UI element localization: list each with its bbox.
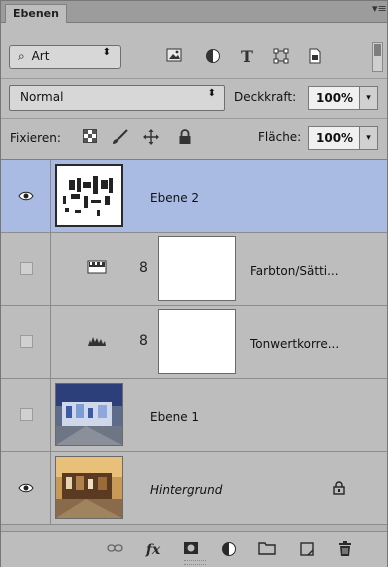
- new-group-folder-icon[interactable]: [258, 541, 276, 559]
- layer-style-fx-icon[interactable]: fx: [144, 541, 162, 559]
- opacity-label: Deckkraft:: [234, 90, 297, 104]
- smart-object-filter-icon[interactable]: [306, 48, 324, 66]
- layer-name: Ebene 1: [150, 410, 200, 424]
- visibility-toggle[interactable]: [1, 306, 51, 378]
- layer-row-levels[interactable]: 8 Tonwertkorre...: [1, 306, 387, 379]
- layer-name: Farbton/Sätti...: [250, 264, 339, 278]
- layer-mask-thumbnail[interactable]: [158, 236, 236, 301]
- layer-thumbnail: [55, 164, 123, 227]
- resize-grip[interactable]: [184, 560, 206, 565]
- mask-link-chain-icon[interactable]: 8: [139, 333, 148, 349]
- divider: [1, 78, 387, 79]
- layer-thumbnail: [55, 383, 123, 446]
- image-filter-icon[interactable]: [165, 48, 183, 66]
- layer-name: Ebene 2: [150, 191, 200, 205]
- divider: [1, 118, 387, 119]
- panel-menu-icon[interactable]: ▾≡: [372, 3, 387, 16]
- eye-icon: [18, 483, 34, 493]
- visibility-toggle[interactable]: [1, 379, 51, 451]
- add-mask-icon[interactable]: [182, 541, 200, 559]
- new-adjustment-layer-icon[interactable]: [220, 541, 238, 559]
- layer-mask-thumbnail[interactable]: [158, 309, 236, 374]
- blend-mode-select[interactable]: Normal ⬍: [9, 85, 225, 111]
- search-icon: ⌕: [18, 49, 25, 63]
- filter-toggle-switch[interactable]: [372, 42, 383, 72]
- layer-locked-icon[interactable]: [333, 481, 345, 495]
- layer-row-hue-saturation[interactable]: 8 Farbton/Sätti...: [1, 233, 387, 306]
- eye-icon: [18, 191, 34, 201]
- layer-name: Hintergrund: [150, 483, 223, 497]
- shape-filter-icon[interactable]: [272, 48, 290, 66]
- layer-row-ebene-1[interactable]: Ebene 1: [1, 379, 387, 452]
- filter-type-value: Art: [31, 49, 50, 63]
- lock-transparent-pixels-icon[interactable]: [82, 129, 98, 145]
- panel-tab-bar: Ebenen ▾≡: [1, 1, 387, 23]
- visibility-empty-box: [20, 408, 33, 421]
- type-filter-icon[interactable]: T: [238, 48, 256, 66]
- fill-label: Fläche:: [258, 130, 302, 144]
- visibility-empty-box: [20, 262, 33, 275]
- select-arrows-icon: ⬍: [207, 88, 216, 99]
- new-layer-icon[interactable]: [298, 541, 316, 559]
- visibility-toggle[interactable]: [1, 233, 51, 305]
- tab-ebenen[interactable]: Ebenen: [5, 4, 67, 23]
- lock-all-icon[interactable]: [177, 129, 193, 145]
- levels-adjustment-icon: [88, 337, 106, 346]
- fill-dropdown-icon[interactable]: ▾: [360, 126, 378, 150]
- select-arrows-icon: ⬍: [102, 47, 111, 58]
- layers-panel: Ebenen ▾≡ ⌕ Art ⬍ T Normal ⬍ Deckkraft: …: [0, 0, 388, 567]
- visibility-toggle[interactable]: [1, 160, 51, 232]
- hue-saturation-adjustment-icon: [87, 260, 107, 274]
- delete-layer-trash-icon[interactable]: [336, 541, 354, 559]
- layers-bottom-toolbar: fx: [1, 531, 387, 567]
- mask-link-chain-icon[interactable]: 8: [139, 260, 148, 276]
- fill-input[interactable]: 100%: [308, 126, 360, 150]
- layer-row-hintergrund[interactable]: Hintergrund: [1, 452, 387, 525]
- opacity-dropdown-icon[interactable]: ▾: [360, 86, 378, 110]
- layer-name: Tonwertkorre...: [250, 337, 340, 351]
- adjustment-filter-icon[interactable]: [204, 48, 222, 66]
- filter-type-select[interactable]: ⌕ Art ⬍: [9, 45, 121, 69]
- link-layers-icon[interactable]: [106, 541, 124, 559]
- lock-label: Fixieren:: [10, 131, 61, 145]
- layer-thumbnail: [55, 456, 123, 519]
- visibility-toggle[interactable]: [1, 452, 51, 524]
- lock-position-move-icon[interactable]: [143, 129, 159, 145]
- lock-image-pixels-brush-icon[interactable]: [111, 129, 128, 145]
- opacity-input[interactable]: 100%: [308, 86, 360, 110]
- layer-list: Ebene 2 8 Farbton/Sätti... 8 Tonwertkorr…: [1, 159, 387, 531]
- visibility-empty-box: [20, 335, 33, 348]
- layer-row-ebene-2[interactable]: Ebene 2: [1, 160, 387, 233]
- blend-mode-value: Normal: [20, 90, 64, 104]
